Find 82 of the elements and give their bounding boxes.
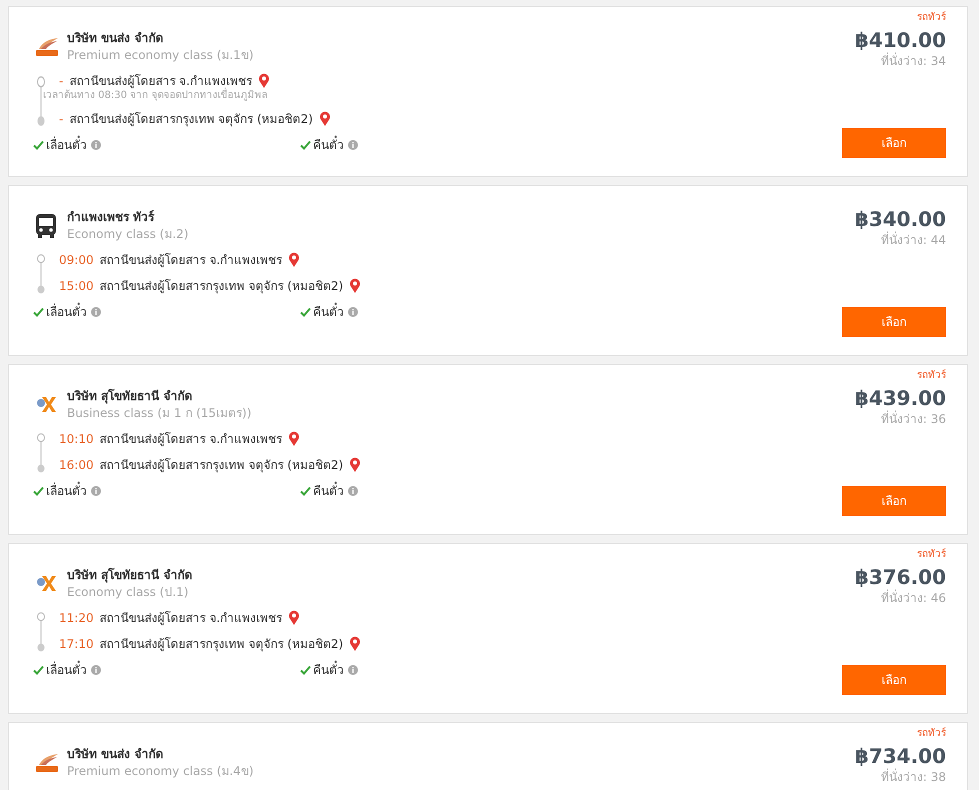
info-icon[interactable] (91, 140, 101, 150)
ticket-price: ฿340.00 (854, 206, 946, 232)
map-pin-icon (258, 73, 270, 89)
map-pin-icon (349, 457, 362, 473)
select-button[interactable]: เลือก (842, 665, 946, 695)
check-icon (300, 307, 311, 317)
departure-time: 10:10 (59, 431, 94, 448)
select-button[interactable]: เลือก (842, 128, 946, 158)
station-name: สถานีขนส่งผู้โดยสารกรุงเทพ จตุจักร (หมอชิต2) (100, 278, 344, 295)
map-pin-icon (288, 431, 300, 447)
seats-available: ที่นั่งว่าง: 34 (880, 53, 946, 69)
select-button[interactable]: เลือก (842, 486, 946, 516)
policy-label: เลื่อนตั๋ว (46, 303, 87, 321)
bus-class: Economy class (ป.1) (67, 584, 190, 601)
company-name: บริษัท สุโขทัยธานี จำกัด (67, 566, 192, 584)
departure-time: - (59, 111, 64, 128)
station-name: สถานีขนส่งผู้โดยสารกรุงเทพ จตุจักร (หมอชิต2) (69, 111, 313, 128)
map-pin-icon (318, 111, 331, 127)
check-icon (300, 486, 311, 496)
policy-label: เลื่อนตั๋ว (46, 482, 87, 500)
station-name: สถานีขนส่งผู้โดยสาร จ.กำแพงเพชร (100, 431, 282, 448)
departure-time: - (59, 73, 64, 90)
station-name: สถานีขนส่งผู้โดยสาร จ.กำแพงเพชร (69, 73, 252, 88)
policy-label: คืนตั๋ว (313, 303, 344, 321)
bus-class: Premium economy class (ม.1ข) (67, 47, 254, 64)
tour-bus-label: รถทัวร์ (917, 727, 946, 741)
info-icon[interactable] (348, 665, 358, 675)
departure-note: เวลาต้นทาง 08:30 จาก จุดจอดปากทางเขื่อนภูมิพล (43, 90, 331, 102)
map-pin-icon (288, 252, 300, 268)
policy-label: เลื่อนตั๋ว (46, 661, 87, 679)
station-name: สถานีขนส่งผู้โดยสาร จ.กำแพงเพชร (100, 610, 282, 627)
x-logo-icon (35, 574, 59, 594)
station-name: สถานีขนส่งผู้โดยสารกรุงเทพ จตุจักร (หมอชิต2) (100, 636, 344, 653)
station-name: สถานีขนส่งผู้โดยสารกรุงเทพ จตุจักร (หมอชิต2) (100, 457, 344, 474)
bus-icon (35, 212, 57, 238)
departure-time: 15:00 (59, 278, 94, 295)
check-icon (33, 307, 44, 317)
check-icon (300, 140, 311, 150)
departure-time: 11:20 (59, 610, 94, 627)
company-name: บริษัท ขนส่ง จำกัด (67, 30, 164, 47)
seats-available: ที่นั่งว่าง: 46 (880, 590, 946, 606)
ticket-price: ฿439.00 (854, 385, 946, 410)
ticket-price: ฿410.00 (854, 27, 946, 52)
seats-available: ที่นั่งว่าง: 44 (880, 232, 946, 248)
map-pin-icon (349, 278, 362, 294)
check-icon (33, 140, 44, 150)
policy-label: คืนตั๋ว (313, 482, 344, 500)
bus-class: Economy class (ม.2) (67, 226, 188, 243)
tour-bus-label: รถทัวร์ (917, 369, 946, 383)
company-name: บริษัท ขนส่ง จำกัด (67, 746, 164, 763)
info-icon[interactable] (91, 486, 101, 496)
tour-bus-label: รถทัวร์ (917, 11, 946, 25)
departure-time: 09:00 (59, 252, 94, 269)
bus-class: Business class (ม 1 ก (15เมตร)) (67, 405, 252, 422)
tour-bus-label: รถทัวร์ (917, 548, 946, 562)
select-button[interactable]: เลือก (842, 307, 946, 337)
station-name: สถานีขนส่งผู้โดยสาร จ.กำแพงเพชร (100, 252, 282, 269)
map-pin-icon (349, 636, 362, 652)
company-name: บริษัท สุโขทัยธานี จำกัด (67, 388, 194, 405)
seats-available: ที่นั่งว่าง: 38 (880, 769, 946, 785)
check-icon (33, 486, 44, 496)
wing-logo-icon (35, 36, 59, 56)
info-icon[interactable] (348, 307, 358, 317)
departure-time: 17:10 (59, 636, 94, 653)
info-icon[interactable] (91, 307, 101, 317)
x-logo-icon (35, 394, 59, 414)
info-icon[interactable] (348, 140, 358, 150)
ticket-price: ฿376.00 (854, 564, 946, 590)
policy-label: คืนตั๋ว (313, 661, 344, 679)
info-icon[interactable] (348, 486, 358, 496)
company-name: กำแพงเพชร ทัวร์ (67, 209, 156, 226)
bus-class: Premium economy class (ม.4ข) (67, 763, 254, 780)
info-icon[interactable] (91, 665, 101, 675)
ticket-price: ฿734.00 (854, 743, 946, 768)
policy-label: คืนตั๋ว (313, 136, 344, 154)
check-icon (300, 665, 311, 675)
map-pin-icon (288, 610, 300, 626)
check-icon (33, 665, 44, 675)
wing-logo-icon (35, 752, 59, 772)
departure-time: 16:00 (59, 457, 94, 474)
seats-available: ที่นั่งว่าง: 36 (880, 411, 946, 427)
policy-label: เลื่อนตั๋ว (46, 136, 87, 154)
